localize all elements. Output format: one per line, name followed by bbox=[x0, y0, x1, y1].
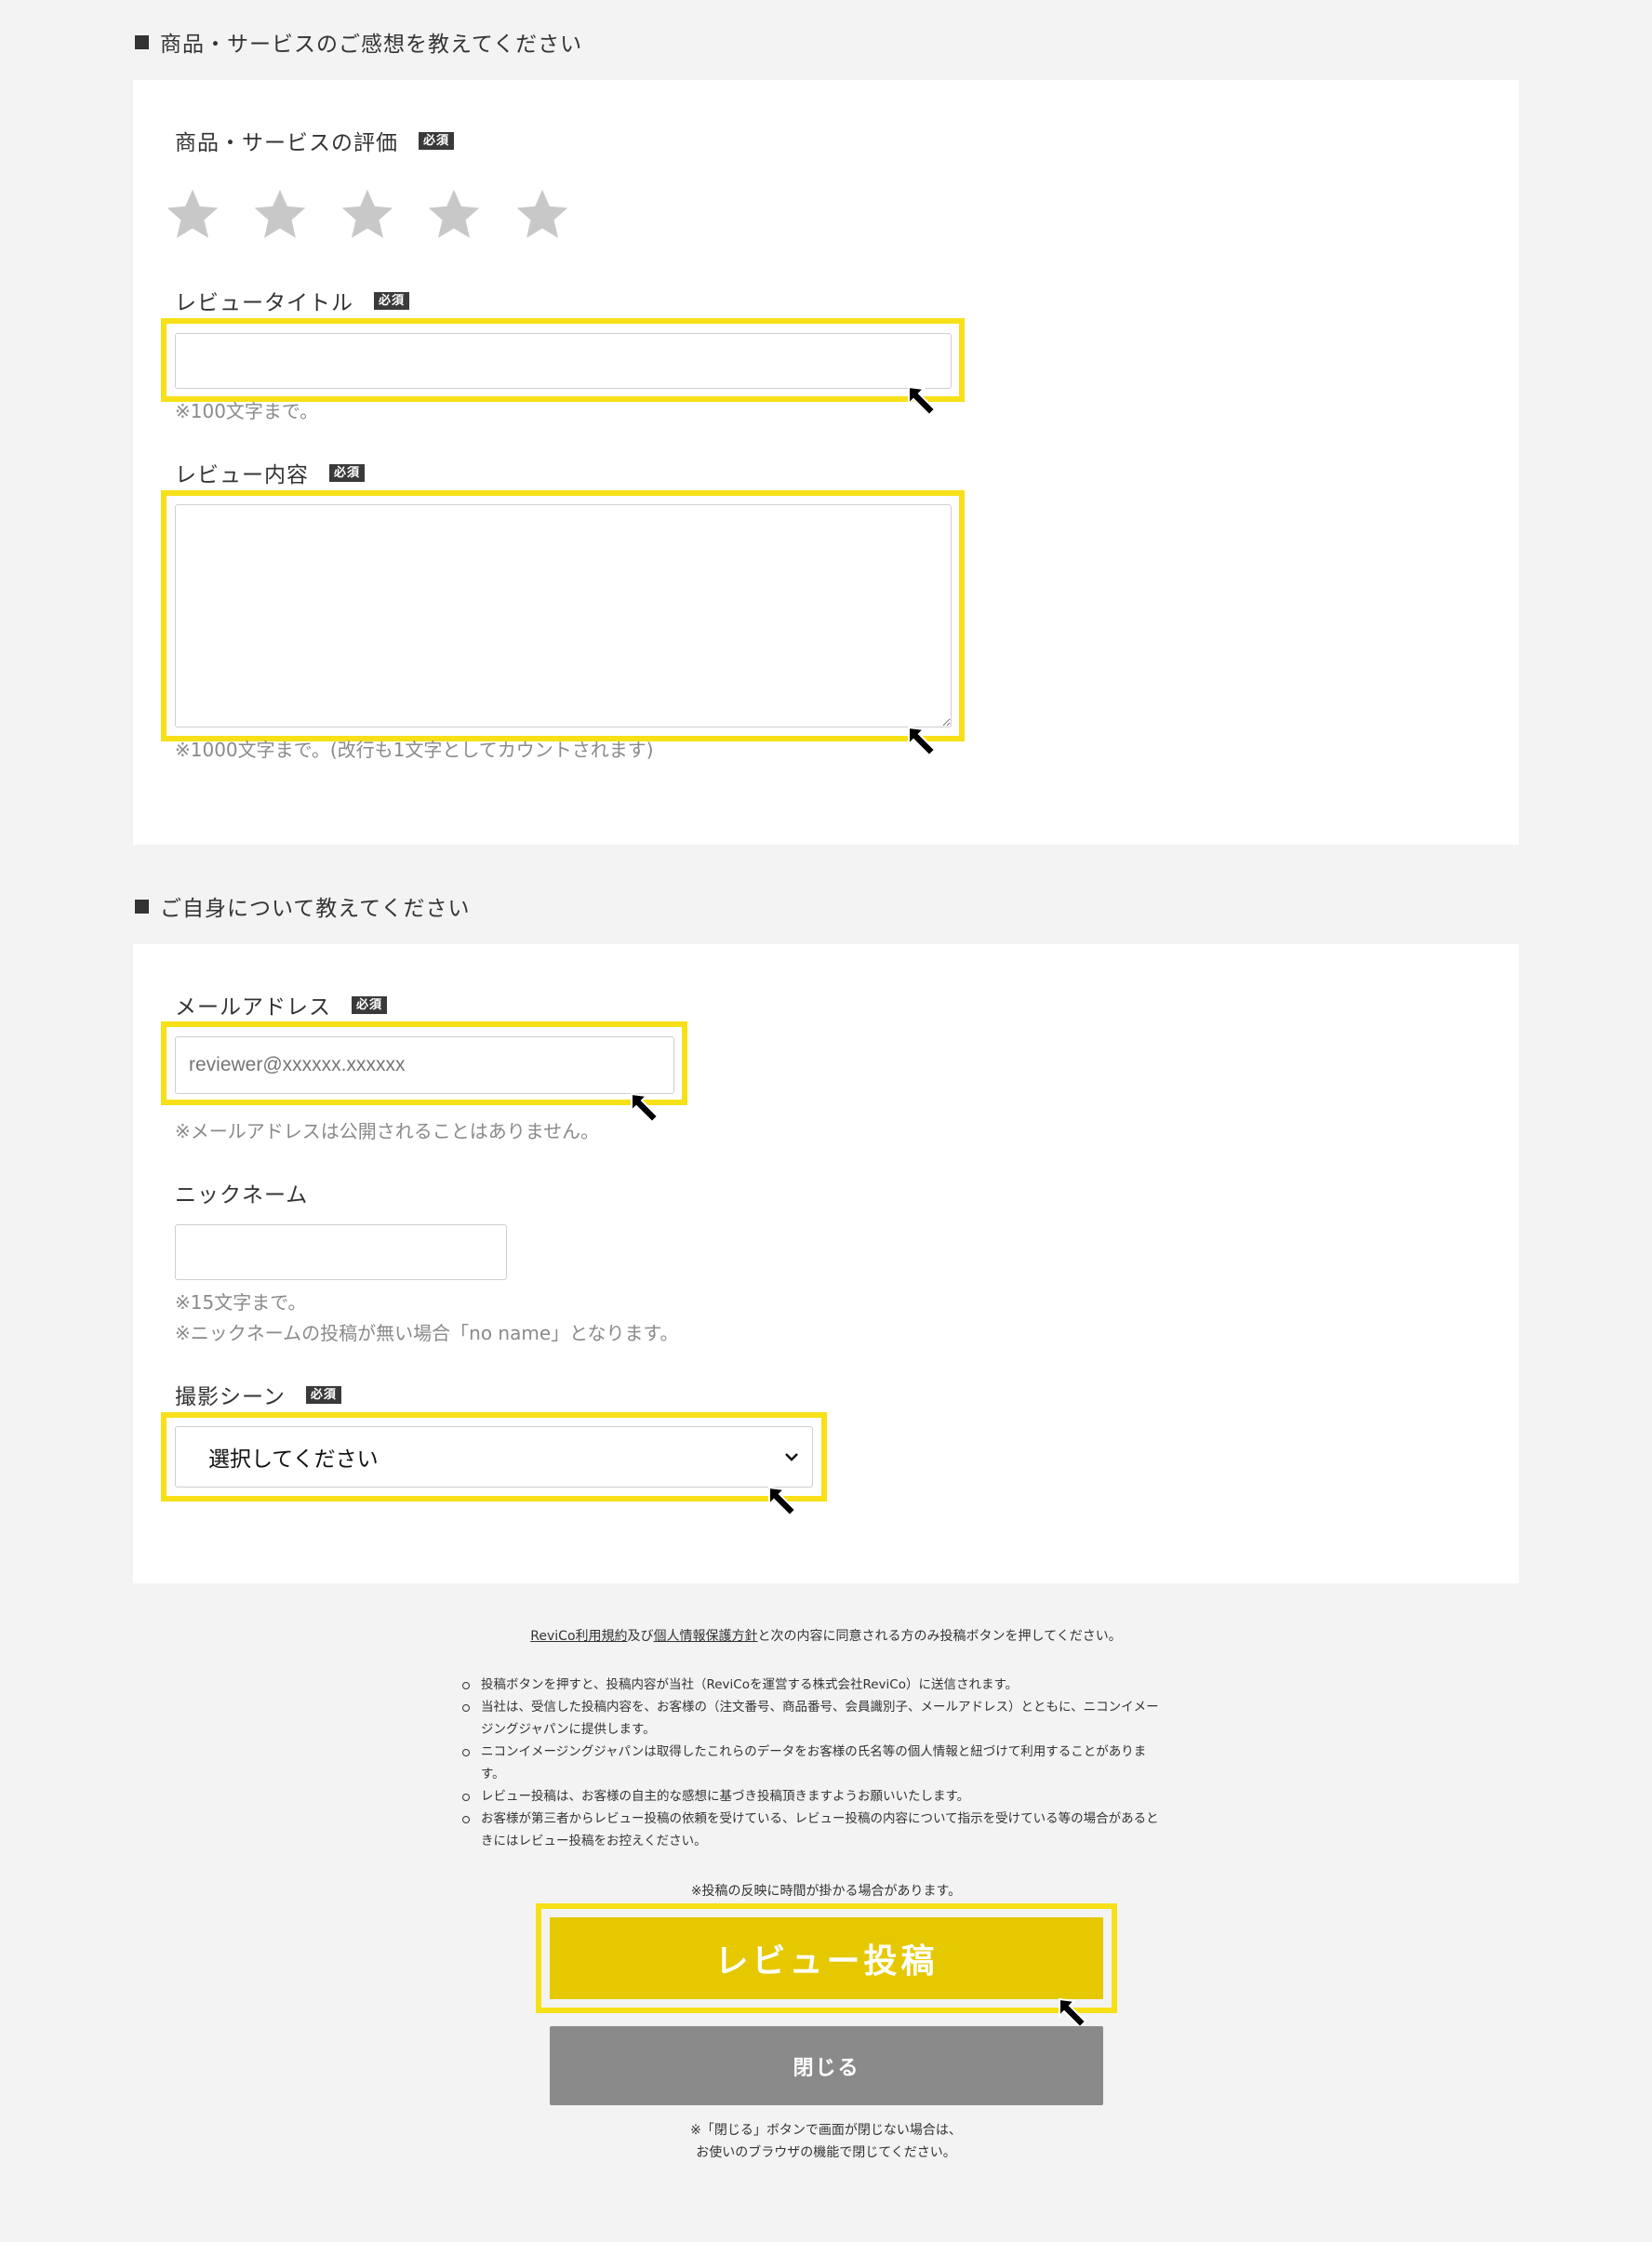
title-hint: ※100文字まで。 bbox=[175, 400, 319, 422]
content-hint: ※1000文字まで。(改行も1文字としてカウントされます) bbox=[175, 739, 654, 761]
review-title-input[interactable] bbox=[175, 333, 952, 389]
review-content-label: レビュー内容 必須 bbox=[175, 457, 366, 488]
close-note-line1: ※「閉じる」ボタンで画面が閉じない場合は、 bbox=[690, 2123, 962, 2138]
privacy-policy-link[interactable]: 個人情報保護方針 bbox=[654, 1629, 758, 1644]
terms-of-use-link[interactable]: ReviCo利用規約 bbox=[530, 1629, 627, 1644]
list-item: 当社は、受信した投稿内容を、お客様の（注文番号、商品番号、会員識別子、メールアド… bbox=[462, 1696, 1169, 1741]
mouse-pointer-icon bbox=[631, 1092, 659, 1124]
scene-select[interactable]: 選択してください bbox=[175, 1426, 813, 1488]
review-content-textarea[interactable] bbox=[175, 504, 952, 727]
star-icon-2[interactable] bbox=[251, 186, 309, 242]
section-heading-self: ご自身について教えてください bbox=[135, 890, 470, 922]
required-badge: 必須 bbox=[352, 995, 388, 1014]
required-badge: 必須 bbox=[329, 463, 366, 482]
star-icon-4[interactable] bbox=[425, 186, 483, 242]
section-heading-product: 商品・サービスのご感想を教えてください bbox=[135, 26, 582, 58]
scene-select-value: 選択してください bbox=[208, 1448, 379, 1472]
list-item: 投稿ボタンを押すと、投稿内容が当社（ReviCoを運営する株式会社ReviCo）… bbox=[462, 1674, 1169, 1696]
star-icon-3[interactable] bbox=[339, 186, 396, 242]
email-hint: ※メールアドレスは公開されることはありません。 bbox=[175, 1120, 600, 1142]
mouse-pointer-icon bbox=[768, 1486, 797, 1517]
close-note-line2: お使いのブラウザの機能で閉じてください。 bbox=[696, 2145, 956, 2160]
rating-label: 商品・サービスの評価 必須 bbox=[175, 125, 455, 156]
scene-label: 撮影シーン 必須 bbox=[175, 1379, 341, 1410]
nickname-hint-length: ※15文字まで。 bbox=[175, 1291, 307, 1314]
reflection-note: ※投稿の反映に時間が掛かる場合があります。 bbox=[690, 1884, 962, 1899]
star-icon-5[interactable] bbox=[513, 186, 571, 242]
mouse-pointer-icon bbox=[908, 385, 937, 417]
square-bullet-icon bbox=[135, 899, 149, 914]
nickname-hint-noname: ※ニックネームの投稿が無い場合「no name」となります。 bbox=[175, 1322, 679, 1344]
required-badge: 必須 bbox=[419, 131, 455, 150]
terms-list: 投稿ボタンを押すと、投稿内容が当社（ReviCoを運営する株式会社ReviCo）… bbox=[462, 1674, 1169, 1852]
close-button[interactable]: 閉じる bbox=[550, 2026, 1103, 2105]
list-item: レビュー投稿は、お客様の自主的な感想に基づき投稿頂きますようお願いいたします。 bbox=[462, 1785, 1169, 1808]
required-badge: 必須 bbox=[305, 1385, 341, 1404]
nickname-label: ニックネーム bbox=[175, 1183, 309, 1208]
required-badge: 必須 bbox=[374, 291, 410, 310]
list-item: ニコンイメージングジャパンは取得したこれらのデータをお客様の氏名等の個人情報と紐… bbox=[462, 1741, 1169, 1785]
mouse-pointer-icon bbox=[908, 726, 937, 757]
terms-sentence: ReviCo利用規約及び個人情報保護方針と次の内容に同意される方のみ投稿ボタンを… bbox=[530, 1629, 1122, 1644]
email-label: メールアドレス 必須 bbox=[175, 989, 388, 1021]
star-icon-1[interactable] bbox=[164, 186, 221, 242]
email-input[interactable] bbox=[175, 1036, 674, 1094]
nickname-input[interactable] bbox=[175, 1224, 507, 1280]
submit-review-button[interactable]: レビュー投稿 bbox=[550, 1917, 1103, 1999]
chevron-down-icon bbox=[785, 1453, 798, 1461]
review-title-label: レビュータイトル 必須 bbox=[175, 285, 410, 316]
square-bullet-icon bbox=[135, 34, 149, 49]
list-item: お客様が第三者からレビュー投稿の依頼を受けている、レビュー投稿の内容について指示… bbox=[462, 1808, 1169, 1852]
